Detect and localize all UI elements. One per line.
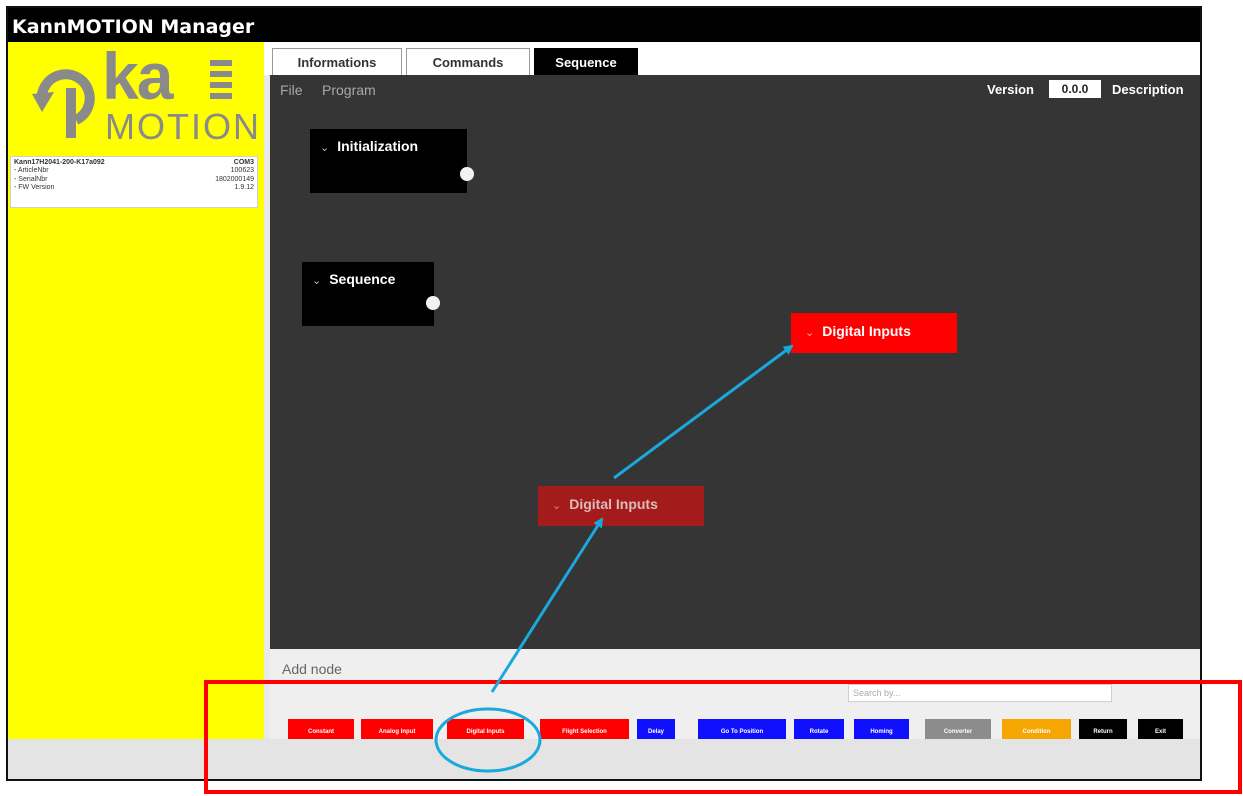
node-title: Sequence (329, 271, 396, 287)
node-digital-inputs-dragging[interactable]: ⌄ Digital Inputs (538, 486, 704, 526)
status-bar (8, 739, 1200, 779)
app-window: KannMOTION Manager ka MOTION Kann17H2041… (6, 6, 1202, 781)
palette-button-go-to-position[interactable]: Go To Position (698, 719, 786, 739)
logo-text-bottom: MOTION (105, 106, 261, 147)
device-port: COM3 (233, 159, 254, 166)
chevron-down-icon[interactable]: ⌄ (552, 499, 561, 512)
palette-button-flight-selection[interactable]: Flight Selection (540, 719, 629, 739)
node-title: Initialization (337, 138, 419, 154)
palette-button-return[interactable]: Return (1079, 719, 1127, 739)
palette-button-analog-input[interactable]: Analog Input (361, 719, 433, 739)
add-node-panel: Add node Search by... Constant Analog Inp… (270, 649, 1200, 739)
palette-button-converter[interactable]: Converter (925, 719, 991, 739)
tab-sequence[interactable]: Sequence (534, 48, 638, 75)
device-card[interactable]: Kann17H2041-200-K17a092 COM3 - ArticleNb… (10, 156, 258, 208)
kannmotion-logo: ka MOTION (30, 39, 259, 152)
palette-button-homing[interactable]: Homing (854, 719, 909, 739)
node-output-port[interactable] (460, 167, 474, 181)
node-initialization[interactable]: ⌄ Initialization (310, 129, 474, 193)
chevron-down-icon[interactable]: ⌄ (320, 141, 329, 154)
palette-button-rotate[interactable]: Rotate (794, 719, 844, 739)
device-name: Kann17H2041-200-K17a092 (14, 159, 105, 166)
chevron-down-icon[interactable]: ⌄ (312, 274, 321, 287)
node-digital-inputs[interactable]: ⌄ Digital Inputs (791, 313, 957, 353)
device-row-value: 1.9.12 (234, 184, 254, 192)
device-row-label: - ArticleNbr (14, 167, 49, 175)
version-field[interactable]: 0.0.0 (1049, 80, 1101, 98)
palette-button-condition[interactable]: Condition (1002, 719, 1071, 739)
logo-bars-icon (210, 60, 232, 104)
logo-text-top: ka (102, 39, 173, 113)
sidebar: ka MOTION Kann17H2041-200-K17a092 COM3 -… (8, 39, 264, 739)
tab-strip: Informations Commands Sequence (264, 42, 1200, 75)
menu-bar: File Program Version 0.0.0 Description (270, 75, 1200, 105)
menu-file[interactable]: File (280, 82, 303, 98)
version-label: Version (987, 82, 1034, 97)
tab-commands[interactable]: Commands (406, 48, 530, 75)
menu-program[interactable]: Program (322, 82, 376, 98)
node-title: Digital Inputs (569, 496, 658, 512)
palette-button-delay[interactable]: Delay (637, 719, 675, 739)
device-row-label: - SerialNbr (14, 175, 48, 183)
logo-arrow-icon (32, 69, 95, 138)
sequence-canvas[interactable]: ⌄ Initialization ⌄ Sequence ⌄ Digital Input… (270, 105, 1200, 649)
device-row-value: 100623 (230, 167, 254, 175)
window-title: KannMOTION Manager (8, 8, 1200, 42)
chevron-down-icon[interactable]: ⌄ (805, 326, 814, 339)
device-row-value: 1802000149 (215, 175, 254, 183)
node-search-input[interactable]: Search by... (848, 684, 1112, 702)
add-node-label: Add node (282, 661, 342, 677)
node-sequence[interactable]: ⌄ Sequence (302, 262, 440, 326)
palette-button-constant[interactable]: Constant (288, 719, 354, 739)
node-title: Digital Inputs (822, 323, 911, 339)
palette-button-digital-inputs[interactable]: Digital Inputs (447, 719, 524, 739)
device-row-label: - FW Version (14, 184, 55, 192)
palette-button-exit[interactable]: Exit (1138, 719, 1183, 739)
tab-informations[interactable]: Informations (272, 48, 402, 75)
description-label[interactable]: Description (1112, 82, 1184, 97)
node-output-port[interactable] (426, 296, 440, 310)
